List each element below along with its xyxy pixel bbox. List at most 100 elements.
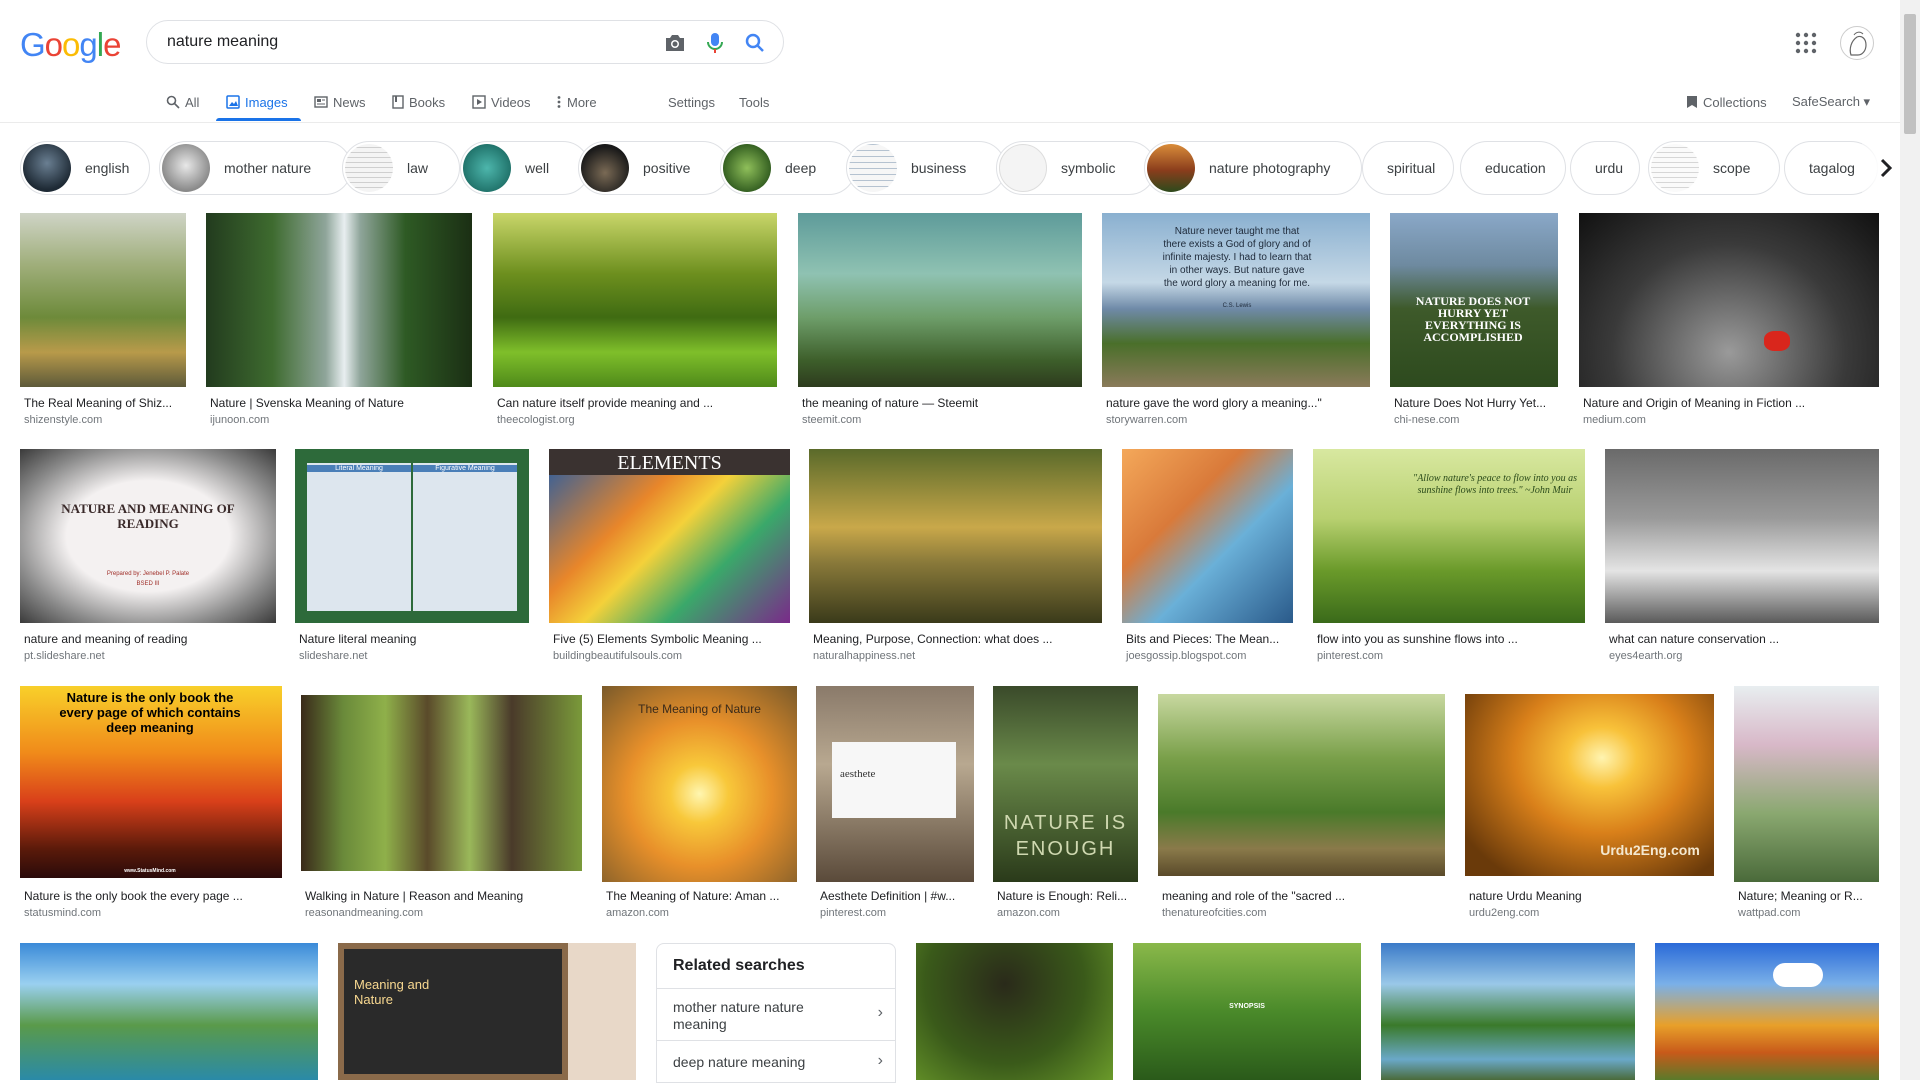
camera-icon[interactable]: [663, 31, 687, 55]
result-tile[interactable]: Nature | Svenska Meaning of Nature ijuno…: [206, 213, 472, 429]
result-image[interactable]: [206, 213, 472, 387]
result-caption[interactable]: nature and meaning of reading: [24, 632, 276, 646]
result-caption[interactable]: nature gave the word glory a meaning...": [1106, 396, 1370, 410]
result-source[interactable]: thenatureofcities.com: [1162, 907, 1267, 919]
result-tile[interactable]: [20, 943, 318, 1080]
result-tile[interactable]: The Meaning of Nature The Meaning of Nat…: [602, 686, 797, 922]
chip-english[interactable]: english: [20, 141, 150, 195]
result-image[interactable]: Meaning and Nature: [338, 943, 636, 1080]
result-tile[interactable]: Walking in Nature | Reason and Meaning r…: [301, 686, 582, 922]
result-source[interactable]: wattpad.com: [1738, 907, 1800, 919]
chip-scope[interactable]: scope: [1648, 141, 1780, 195]
result-tile[interactable]: what can nature conservation ... eyes4ea…: [1605, 449, 1879, 665]
result-image[interactable]: [1655, 943, 1879, 1080]
safesearch-button[interactable]: SafeSearch ▾: [1792, 84, 1870, 120]
tab-books[interactable]: Books: [392, 84, 445, 120]
result-source[interactable]: buildingbeautifulsouls.com: [553, 650, 682, 662]
result-caption[interactable]: meaning and role of the "sacred ...: [1162, 889, 1445, 903]
result-caption[interactable]: Bits and Pieces: The Mean...: [1126, 632, 1293, 646]
chip-nature-photography[interactable]: nature photography: [1144, 141, 1362, 195]
result-caption[interactable]: The Real Meaning of Shiz...: [24, 396, 186, 410]
result-tile[interactable]: Meaning and Nature: [338, 943, 636, 1080]
result-tile[interactable]: "Allow nature's peace to flow into you a…: [1313, 449, 1585, 665]
result-caption[interactable]: Nature Does Not Hurry Yet...: [1394, 396, 1558, 410]
result-caption[interactable]: Five (5) Elements Symbolic Meaning ...: [553, 632, 790, 646]
result-tile[interactable]: ELEMENTS Five (5) Elements Symbolic Mean…: [549, 449, 790, 665]
result-tile[interactable]: NATURE AND MEANING OF READING Prepared b…: [20, 449, 276, 665]
result-caption[interactable]: Aesthete Definition | #w...: [820, 889, 974, 903]
result-source[interactable]: chi-nese.com: [1394, 414, 1459, 426]
result-tile[interactable]: The Real Meaning of Shiz... shizenstyle.…: [20, 213, 186, 429]
result-image[interactable]: NATURE DOES NOT HURRY YET EVERYTHING IS …: [1390, 213, 1558, 387]
result-caption[interactable]: Nature | Svenska Meaning of Nature: [210, 396, 472, 410]
result-source[interactable]: steemit.com: [802, 414, 861, 426]
result-image[interactable]: "Allow nature's peace to flow into you a…: [1313, 449, 1585, 623]
tab-all[interactable]: All: [166, 84, 199, 120]
result-tile[interactable]: aesthete Aesthete Definition | #w... pin…: [816, 686, 974, 922]
tab-tools[interactable]: Tools: [739, 84, 769, 120]
result-image[interactable]: [916, 943, 1113, 1080]
result-source[interactable]: storywarren.com: [1106, 414, 1187, 426]
result-caption[interactable]: Nature and Origin of Meaning in Fiction …: [1583, 396, 1863, 410]
chip-well[interactable]: well: [460, 141, 590, 195]
result-image[interactable]: SYNOPSIS: [1133, 943, 1361, 1080]
chip-spiritual[interactable]: spiritual: [1362, 141, 1454, 195]
search-input[interactable]: [167, 31, 637, 53]
result-tile[interactable]: Nature is the only book the every page o…: [20, 686, 282, 922]
chip-education[interactable]: education: [1460, 141, 1566, 195]
result-image[interactable]: [1734, 686, 1879, 882]
result-image[interactable]: Nature is the only book the every page o…: [20, 686, 282, 878]
avatar[interactable]: [1840, 26, 1874, 60]
related-search-item[interactable]: mother nature nature meaning ›: [657, 988, 895, 1041]
result-tile[interactable]: [1381, 943, 1635, 1080]
tab-settings[interactable]: Settings: [668, 84, 715, 120]
collections-button[interactable]: Collections: [1686, 84, 1767, 120]
result-image[interactable]: [20, 943, 318, 1080]
result-source[interactable]: pt.slideshare.net: [24, 650, 105, 662]
result-caption[interactable]: Nature is Enough: Reli...: [997, 889, 1138, 903]
result-source[interactable]: statusmind.com: [24, 907, 101, 919]
result-tile[interactable]: SYNOPSIS: [1133, 943, 1361, 1080]
result-caption[interactable]: Nature is the only book the every page .…: [24, 889, 282, 903]
result-tile[interactable]: Nature never taught me that there exists…: [1102, 213, 1370, 429]
result-image[interactable]: [20, 213, 186, 387]
result-image[interactable]: [809, 449, 1102, 623]
result-image[interactable]: Literal Meaning Figurative Meaning: [295, 449, 529, 623]
result-caption[interactable]: Walking in Nature | Reason and Meaning: [305, 889, 582, 903]
result-source[interactable]: medium.com: [1583, 414, 1646, 426]
result-image[interactable]: [1605, 449, 1879, 623]
page-scrollbar[interactable]: [1900, 0, 1920, 1080]
result-image[interactable]: NATURE AND MEANING OF READING Prepared b…: [20, 449, 276, 623]
result-tile[interactable]: [916, 943, 1113, 1080]
chip-positive[interactable]: positive: [578, 141, 730, 195]
result-tile[interactable]: [1655, 943, 1879, 1080]
tab-videos[interactable]: Videos: [472, 84, 531, 120]
result-tile[interactable]: Literal Meaning Figurative Meaning Natur…: [295, 449, 529, 665]
result-image[interactable]: [1579, 213, 1879, 387]
result-source[interactable]: urdu2eng.com: [1469, 907, 1539, 919]
chip-deep[interactable]: deep: [720, 141, 856, 195]
result-source[interactable]: ijunoon.com: [210, 414, 269, 426]
result-image[interactable]: [1158, 694, 1445, 876]
result-tile[interactable]: Meaning, Purpose, Connection: what does …: [809, 449, 1102, 665]
result-tile[interactable]: NATURE IS ENOUGH Nature is Enough: Reli.…: [993, 686, 1138, 922]
search-icon[interactable]: [743, 31, 767, 55]
tab-images[interactable]: Images: [226, 84, 288, 120]
result-caption[interactable]: Nature literal meaning: [299, 632, 529, 646]
chip-symbolic[interactable]: symbolic: [996, 141, 1156, 195]
related-search-item[interactable]: deep nature meaning ›: [657, 1040, 895, 1083]
result-source[interactable]: joesgossip.blogspot.com: [1126, 650, 1246, 662]
chip-law[interactable]: law: [342, 141, 460, 195]
result-image[interactable]: [1381, 943, 1635, 1080]
result-image[interactable]: ELEMENTS: [549, 449, 790, 623]
result-caption[interactable]: Can nature itself provide meaning and ..…: [497, 396, 777, 410]
result-caption[interactable]: Meaning, Purpose, Connection: what does …: [813, 632, 1102, 646]
tab-more[interactable]: More: [556, 84, 597, 120]
result-source[interactable]: amazon.com: [997, 907, 1060, 919]
result-source[interactable]: eyes4earth.org: [1609, 650, 1682, 662]
result-tile[interactable]: NATURE DOES NOT HURRY YET EVERYTHING IS …: [1390, 213, 1558, 429]
tab-news[interactable]: News: [314, 84, 366, 120]
result-tile[interactable]: Nature; Meaning or R... wattpad.com: [1734, 686, 1879, 922]
chip-business[interactable]: business: [846, 141, 1006, 195]
chip-mother-nature[interactable]: mother nature: [159, 141, 352, 195]
